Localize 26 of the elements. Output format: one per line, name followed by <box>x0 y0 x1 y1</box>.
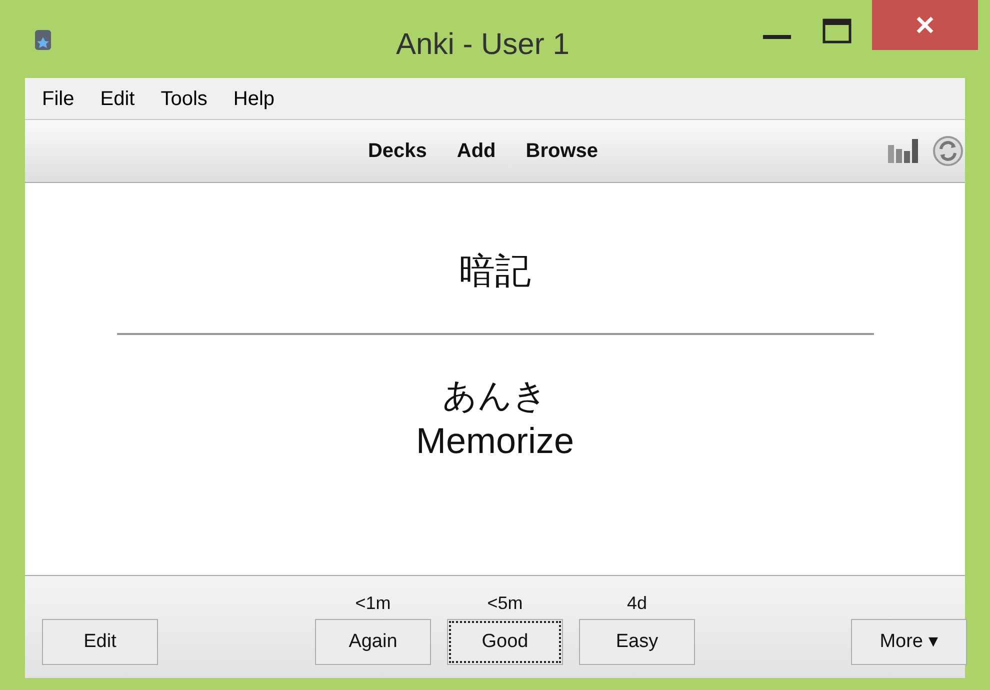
interval-label: <5m <box>487 592 523 615</box>
answer-button[interactable]: Again <box>315 619 431 665</box>
edit-button[interactable]: Edit <box>42 619 158 665</box>
sync-icon[interactable] <box>932 135 964 167</box>
toolbar-link[interactable]: Browse <box>526 136 598 166</box>
close-button[interactable] <box>872 0 978 50</box>
close-icon <box>916 16 934 34</box>
reading-text: あんき <box>442 375 548 418</box>
statistics-icon[interactable] <box>887 137 919 165</box>
maximize-icon[interactable] <box>822 18 852 44</box>
minimize-icon[interactable] <box>762 32 792 42</box>
window-title: Anki - User 1 <box>396 27 570 63</box>
more-button[interactable]: More ▾ <box>851 619 967 665</box>
toolbar-link[interactable]: Decks <box>368 136 427 166</box>
meaning-text: Memorize <box>416 418 574 462</box>
answer-button[interactable]: Good <box>447 619 563 665</box>
menu-item[interactable]: Tools <box>160 84 208 114</box>
interval-label: 4d <box>626 592 648 615</box>
app-icon[interactable] <box>34 29 52 51</box>
interval-label: <1m <box>355 592 391 615</box>
menu-item[interactable]: Help <box>233 84 275 114</box>
menu-item[interactable]: File <box>42 84 74 114</box>
answer-button[interactable]: Easy <box>579 619 695 665</box>
card-front-text: 暗記 <box>459 250 531 294</box>
menu-item[interactable]: Edit <box>100 84 135 114</box>
toolbar-link[interactable]: Add <box>456 136 496 166</box>
